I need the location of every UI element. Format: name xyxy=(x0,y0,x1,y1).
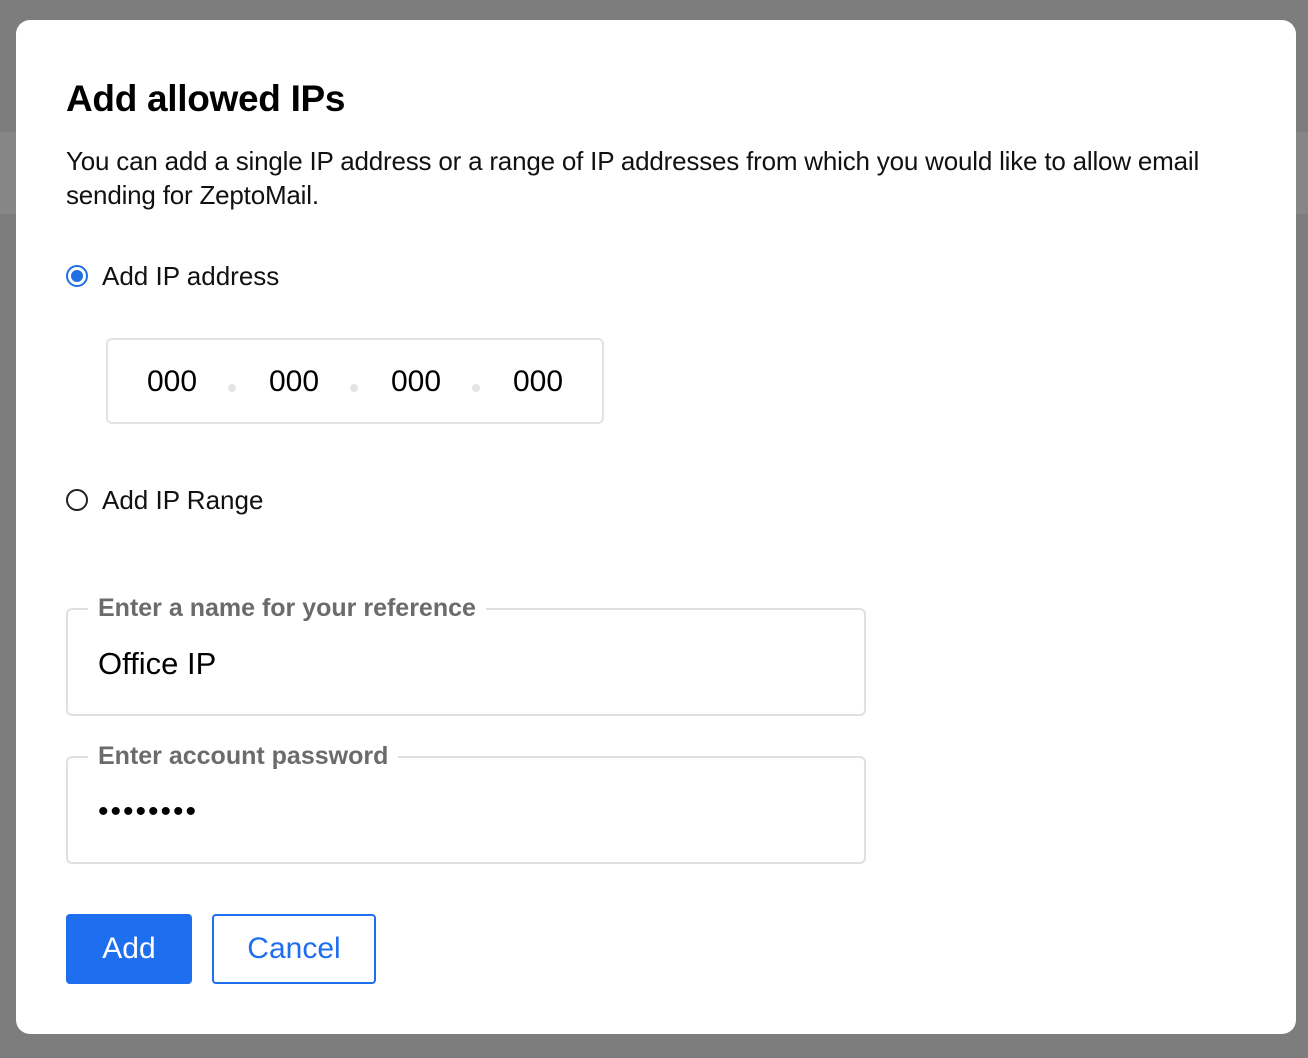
add-ip-address-label: Add IP address xyxy=(102,261,280,291)
dot-separator-icon xyxy=(350,384,358,392)
reference-name-input[interactable] xyxy=(98,642,798,686)
add-button[interactable]: Add xyxy=(66,914,192,984)
ip-octet-2-input[interactable] xyxy=(259,362,329,402)
dot-separator-icon xyxy=(228,384,236,392)
add-ip-address-option[interactable]: Add IP address xyxy=(66,260,279,292)
radio-unselected-icon[interactable] xyxy=(66,489,88,511)
reference-name-label: Enter a name for your reference xyxy=(88,592,486,624)
account-password-label: Enter account password xyxy=(88,740,399,772)
ip-octet-1-input[interactable] xyxy=(137,362,207,402)
cancel-button[interactable]: Cancel xyxy=(212,914,376,984)
reference-name-field: Enter a name for your reference xyxy=(66,592,866,716)
add-ip-range-label: Add IP Range xyxy=(102,485,264,515)
ip-address-input-group xyxy=(106,338,604,424)
add-allowed-ips-dialog: Add allowed IPs You can add a single IP … xyxy=(16,20,1296,1034)
ip-octet-4-input[interactable] xyxy=(503,362,573,402)
account-password-field: Enter account password xyxy=(66,740,866,864)
dialog-title: Add allowed IPs xyxy=(66,78,346,119)
account-password-input[interactable] xyxy=(98,790,798,834)
dialog-description: You can add a single IP address or a ran… xyxy=(66,146,1200,210)
add-ip-range-option[interactable]: Add IP Range xyxy=(66,484,263,516)
dot-separator-icon xyxy=(472,384,480,392)
ip-octet-3-input[interactable] xyxy=(381,362,451,402)
radio-selected-icon[interactable] xyxy=(66,265,88,287)
